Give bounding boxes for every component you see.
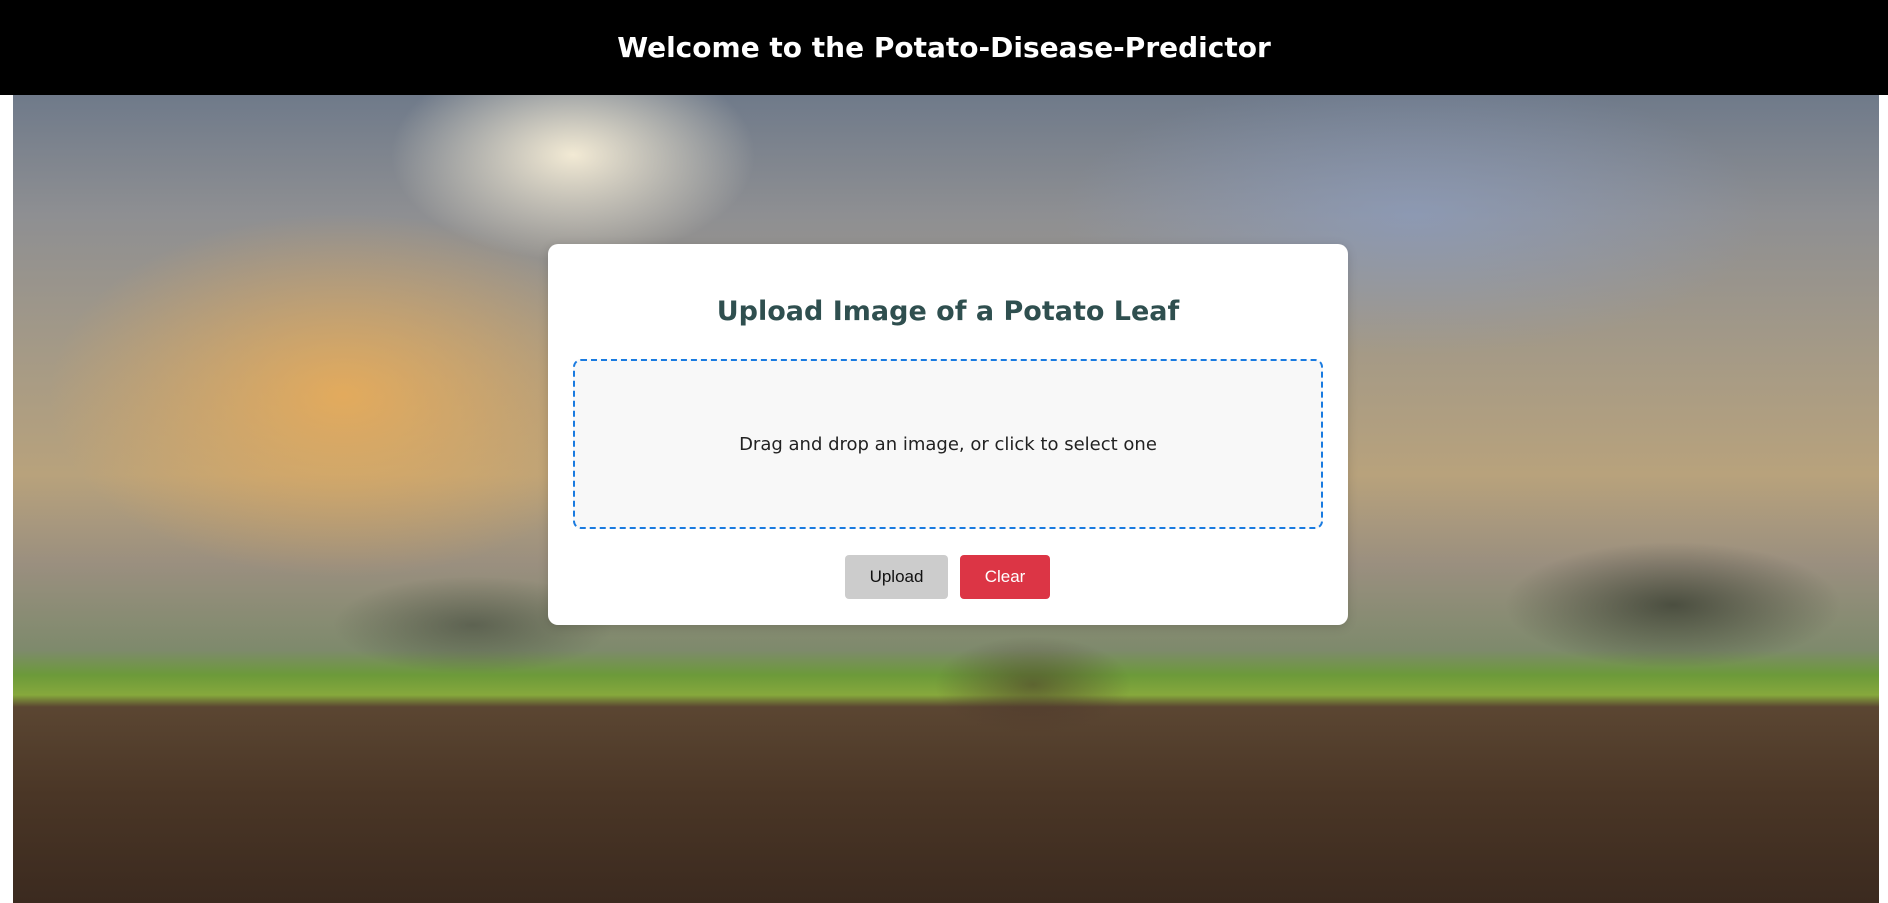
page-title: Welcome to the Potato-Disease-Predictor [617,31,1271,64]
farmers-with-oxen [893,615,1173,765]
upload-heading: Upload Image of a Potato Leaf [716,296,1180,327]
upload-button[interactable]: Upload [845,555,948,599]
clear-button[interactable]: Clear [960,555,1050,599]
page-header: Welcome to the Potato-Disease-Predictor [0,0,1888,95]
image-dropzone[interactable]: Drag and drop an image, or click to sele… [573,359,1323,529]
upload-card: Upload Image of a Potato Leaf Drag and d… [548,244,1348,625]
trees-right [1413,495,1873,695]
dropzone-text: Drag and drop an image, or click to sele… [739,433,1157,455]
